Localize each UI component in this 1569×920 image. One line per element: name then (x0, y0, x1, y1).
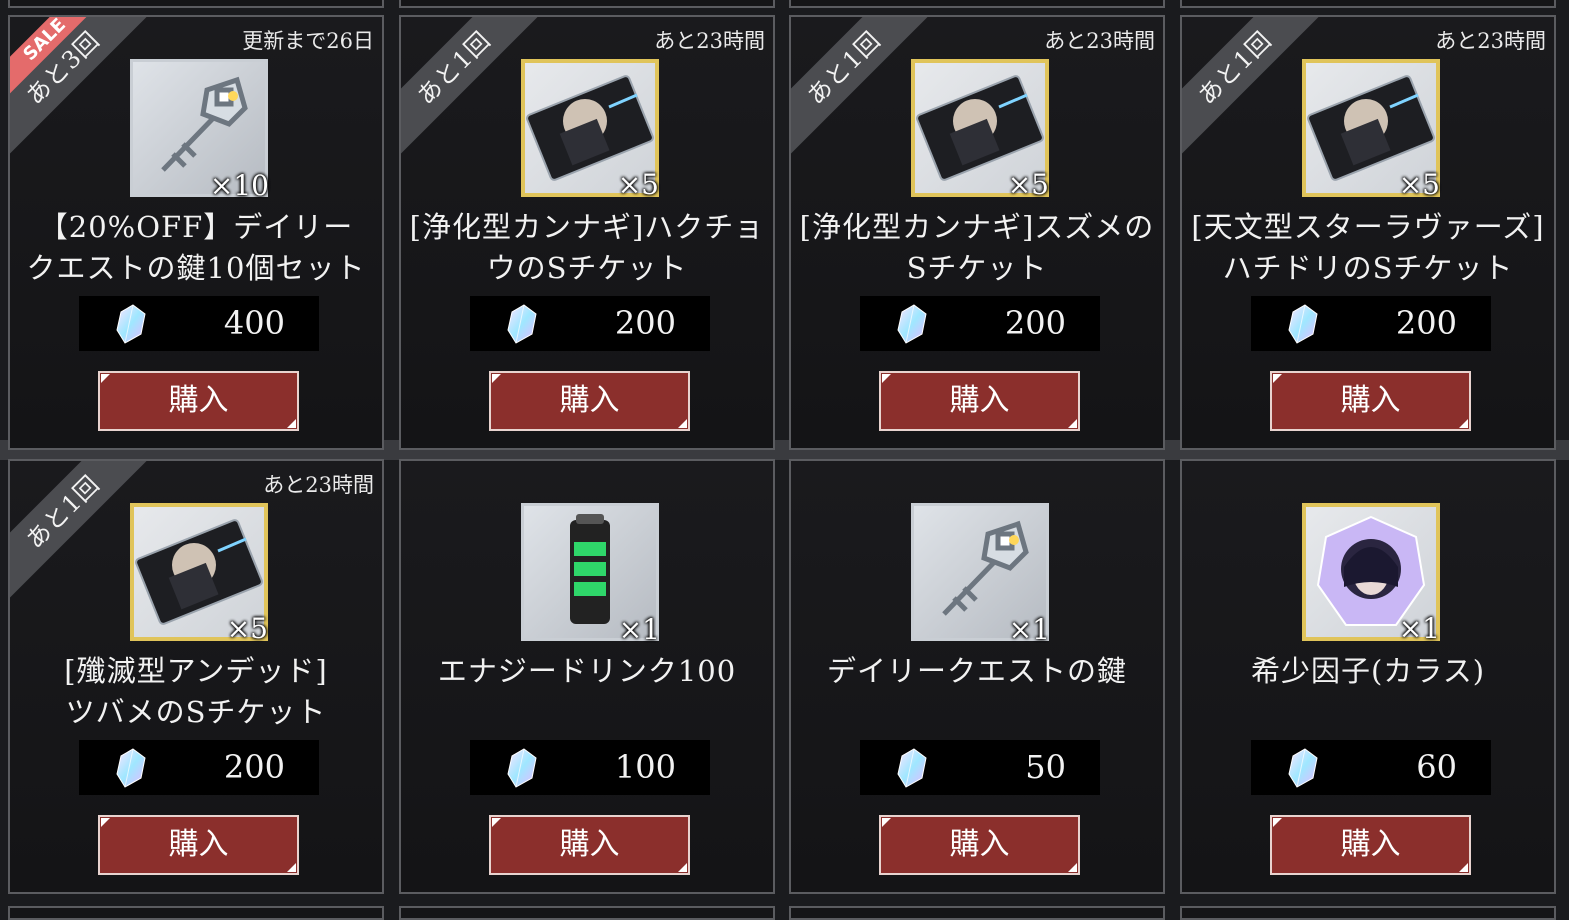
crystal-currency-icon (507, 748, 537, 788)
ticket-icon[interactable]: ×5 (911, 59, 1049, 201)
crystal-currency-icon (1288, 304, 1318, 344)
price-box: 100 (470, 740, 710, 795)
shop-item-card-3: あと1回 あと23時間 ×5 [浄化型カンナギ]スズメの Sチケット 200 購 (789, 15, 1165, 450)
key-icon[interactable]: ×10 (130, 59, 269, 202)
buy-button[interactable]: 購入 (879, 815, 1080, 875)
buy-button[interactable]: 購入 (489, 815, 690, 875)
item-quantity: ×1 (1008, 613, 1050, 646)
card-edge (8, 906, 384, 920)
remaining-time: あと23時間 (1435, 29, 1546, 53)
buy-button[interactable]: 購入 (98, 815, 299, 875)
price-box: 200 (1251, 296, 1491, 351)
crystal-factor-icon[interactable]: ×1 (1302, 503, 1440, 645)
buy-button[interactable]: 購入 (1270, 371, 1471, 431)
shop-item-card-1: あと3回 SALE 更新まで26日 ×10 【20%OFF】デイリー クエストの… (8, 15, 384, 450)
card-edge (8, 0, 384, 8)
price-box: 200 (470, 296, 710, 351)
remaining-time: 更新まで26日 (242, 29, 374, 53)
item-name: エナジードリンク100 (437, 654, 737, 688)
card-edge (1180, 906, 1556, 920)
item-price: 50 (1025, 748, 1066, 786)
shop-item-card-2: あと1回 あと23時間 ×5 [浄化型カンナギ]ハクチョ ウのSチケット 200 (399, 15, 775, 450)
buy-button[interactable]: 購入 (879, 371, 1080, 431)
price-box: 200 (79, 740, 319, 795)
item-price: 60 (1416, 748, 1457, 786)
buy-button[interactable]: 購入 (1270, 815, 1471, 875)
shop-item-card-4: あと1回 あと23時間 ×5 [天文型スターラヴァーズ] ハチドリのSチケット … (1180, 15, 1556, 450)
remaining-time: あと23時間 (654, 29, 765, 53)
card-edge (1180, 0, 1556, 8)
item-name: [天文型スターラヴァーズ] ハチドリのSチケット (1191, 210, 1545, 285)
price-box: 50 (860, 740, 1100, 795)
item-quantity: ×1 (618, 613, 660, 646)
item-name: 希少因子(カラス) (1250, 654, 1486, 688)
item-quantity: ×5 (1398, 168, 1440, 201)
shop-item-card-7: ×1 デイリークエストの鍵 50 購入 (789, 459, 1165, 894)
card-edge (399, 906, 775, 920)
crystal-currency-icon (116, 304, 146, 344)
shop-item-card-6: ×1 エナジードリンク100 100 購入 (399, 459, 775, 894)
crystal-currency-icon (1288, 748, 1318, 788)
item-name: 【20%OFF】デイリー クエストの鍵10個セット (26, 210, 366, 285)
price-box: 200 (860, 296, 1100, 351)
item-quantity: ×5 (1007, 168, 1049, 201)
item-name: [浄化型カンナギ]ハクチョ ウのSチケット (409, 210, 765, 285)
crystal-currency-icon (897, 748, 927, 788)
buy-button[interactable]: 購入 (489, 371, 690, 431)
crystal-currency-icon (116, 748, 146, 788)
item-quantity: ×5 (617, 168, 659, 201)
ticket-icon[interactable]: ×5 (521, 59, 659, 201)
card-edge (789, 0, 1165, 8)
price-box: 400 (79, 296, 319, 351)
item-name: [殲滅型アンデッド] ツバメのSチケット (64, 654, 328, 729)
item-quantity: ×5 (226, 612, 268, 645)
crystal-currency-icon (507, 304, 537, 344)
item-price: 200 (1004, 304, 1066, 342)
item-name: [浄化型カンナギ]スズメの Sチケット (799, 210, 1155, 285)
price-box: 60 (1251, 740, 1491, 795)
item-quantity: ×1 (1398, 612, 1440, 645)
remaining-time: あと23時間 (1044, 29, 1155, 53)
shop-item-card-5: あと1回 あと23時間 ×5 [殲滅型アンデッド] ツバメのSチケット 200 (8, 459, 384, 894)
card-edge (399, 0, 775, 8)
crystal-currency-icon (897, 304, 927, 344)
item-price: 400 (223, 304, 285, 342)
shop-item-grid: あと3回 SALE 更新まで26日 ×10 【20%OFF】デイリー クエストの… (0, 0, 1569, 920)
ticket-icon[interactable]: ×5 (130, 503, 268, 645)
energy-drink-icon[interactable]: ×1 (521, 503, 660, 646)
item-price: 100 (614, 748, 676, 786)
item-price: 200 (1395, 304, 1457, 342)
shop-item-card-8: ×1 希少因子(カラス) 60 購入 (1180, 459, 1556, 894)
item-name: デイリークエストの鍵 (826, 654, 1127, 688)
card-edge (789, 906, 1165, 920)
ticket-icon[interactable]: ×5 (1302, 59, 1440, 201)
item-quantity: ×10 (209, 169, 269, 202)
item-price: 200 (223, 748, 285, 786)
buy-button[interactable]: 購入 (98, 371, 299, 431)
remaining-time: あと23時間 (263, 473, 374, 497)
key-icon[interactable]: ×1 (911, 503, 1050, 646)
item-price: 200 (614, 304, 676, 342)
